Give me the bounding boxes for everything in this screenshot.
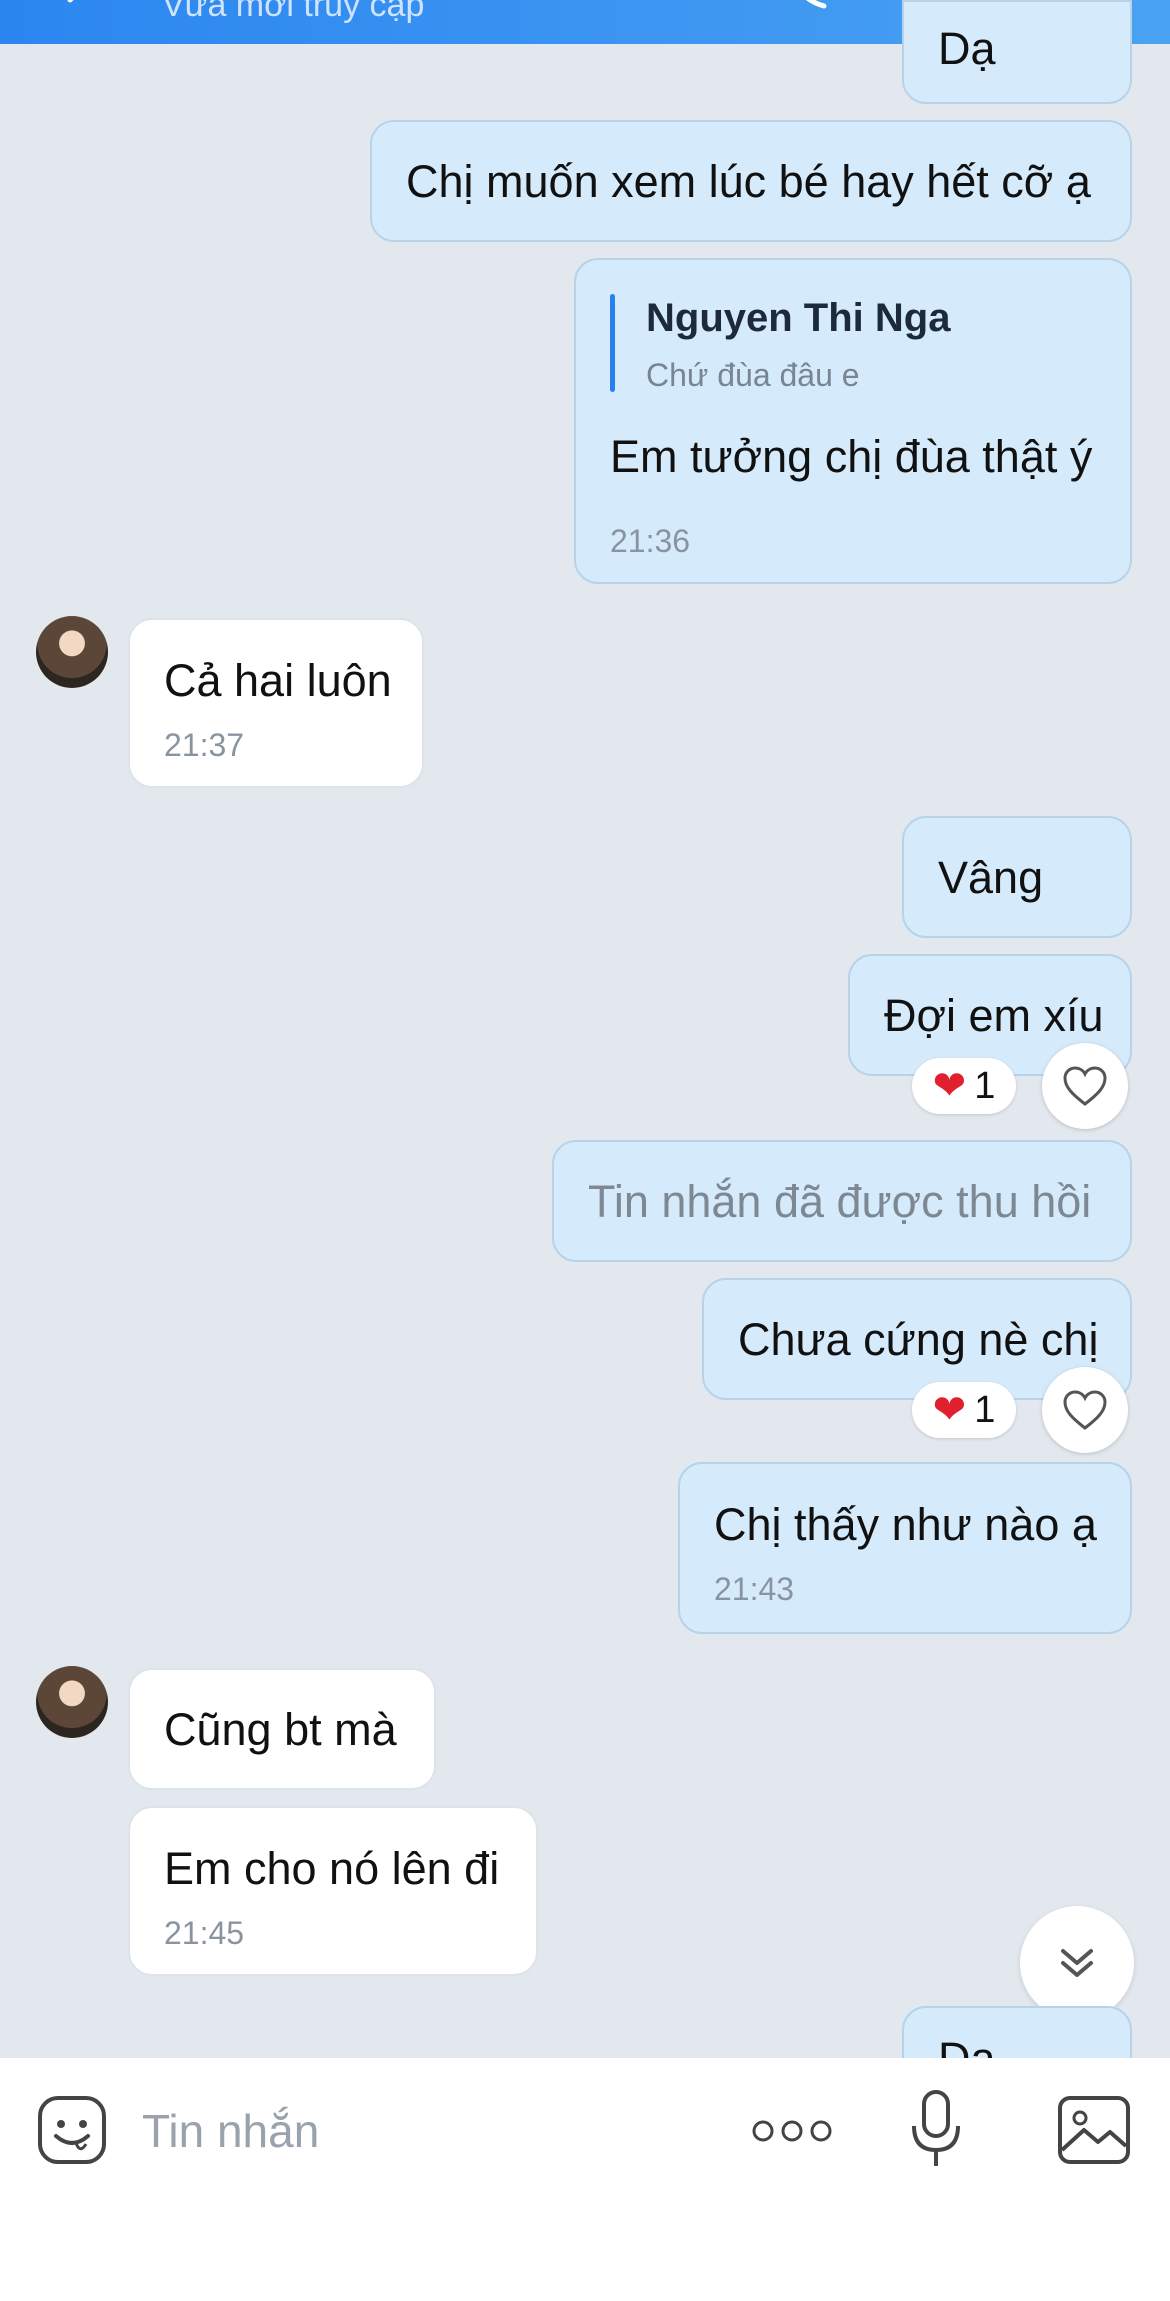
message-text: Em cho nó lên đi: [164, 1843, 500, 1894]
message-text: Dạ: [938, 23, 996, 74]
message-text: Chị thấy như nào ạ: [714, 1499, 1097, 1550]
message-text: Vâng: [938, 852, 1044, 903]
message-time: 21:36: [610, 523, 691, 559]
quoted-message-text: Chứ đùa đâu e: [646, 357, 860, 393]
message-text: Cả hai luôn: [164, 655, 392, 706]
message-text: Cũng bt mà: [164, 1704, 397, 1755]
reaction-count: 1: [974, 1388, 996, 1431]
message-time: 21:37: [164, 727, 245, 763]
reaction-count: 1: [974, 1064, 996, 1107]
like-heart-button[interactable]: [1042, 1367, 1128, 1453]
message-time: 21:43: [714, 1571, 795, 1607]
message-bubble-outgoing[interactable]: Vâng: [902, 816, 1132, 938]
scroll-to-bottom-button[interactable]: [1020, 1906, 1134, 2020]
recalled-message-bubble[interactable]: Tin nhắn đã được thu hồi: [552, 1140, 1132, 1262]
reply-message-bubble[interactable]: Nguyen Thi Nga Chứ đùa đâu e Em tưởng ch…: [574, 258, 1132, 584]
message-text: Chị muốn xem lúc bé hay hết cỡ ạ: [406, 156, 1091, 207]
more-icon[interactable]: [750, 2118, 834, 2144]
like-heart-button[interactable]: [1042, 1043, 1128, 1129]
reaction-badge[interactable]: ❤ 1: [912, 1058, 1016, 1114]
message-bubble-outgoing[interactable]: Chị muốn xem lúc bé hay hết cỡ ạ: [370, 120, 1132, 242]
heart-reaction-icon: ❤: [932, 1064, 967, 1108]
image-icon[interactable]: [1056, 2094, 1132, 2166]
call-icon[interactable]: [790, 0, 838, 20]
message-bubble-outgoing[interactable]: Dạ: [902, 0, 1132, 104]
message-bubble-incoming[interactable]: Cả hai luôn 21:37: [128, 618, 424, 788]
heart-reaction-icon: ❤: [932, 1388, 967, 1432]
recalled-message-text: Tin nhắn đã được thu hồi: [588, 1176, 1092, 1227]
last-seen-status: Vừa mới truy cập: [162, 0, 425, 24]
quoted-sender-name: Nguyen Thi Nga: [646, 296, 951, 340]
avatar[interactable]: [36, 1666, 108, 1738]
message-text: Đợi em xíu: [884, 990, 1104, 1041]
message-text: Chưa cứng nè chị: [738, 1314, 1099, 1365]
reaction-badge[interactable]: ❤ 1: [912, 1382, 1016, 1438]
message-composer: Tin nhắn: [0, 2058, 1170, 2301]
message-bubble-outgoing[interactable]: Chị thấy như nào ạ 21:43: [678, 1462, 1132, 1634]
quote-bar: [610, 294, 615, 392]
like-heart-icon: [1063, 1390, 1107, 1430]
emoji-icon[interactable]: [36, 2094, 108, 2166]
message-bubble-incoming[interactable]: Em cho nó lên đi 21:45: [128, 1806, 538, 1976]
message-input[interactable]: Tin nhắn: [142, 2104, 319, 2158]
scroll-down-icon: [1061, 1949, 1093, 1977]
message-time: 21:45: [164, 1915, 245, 1951]
back-icon[interactable]: [56, 0, 104, 20]
message-text: Em tưởng chị đùa thật ý: [610, 431, 1093, 482]
message-bubble-incoming[interactable]: Cũng bt mà: [128, 1668, 436, 1790]
like-heart-icon: [1063, 1066, 1107, 1106]
mic-icon[interactable]: [908, 2088, 964, 2170]
avatar[interactable]: [36, 616, 108, 688]
